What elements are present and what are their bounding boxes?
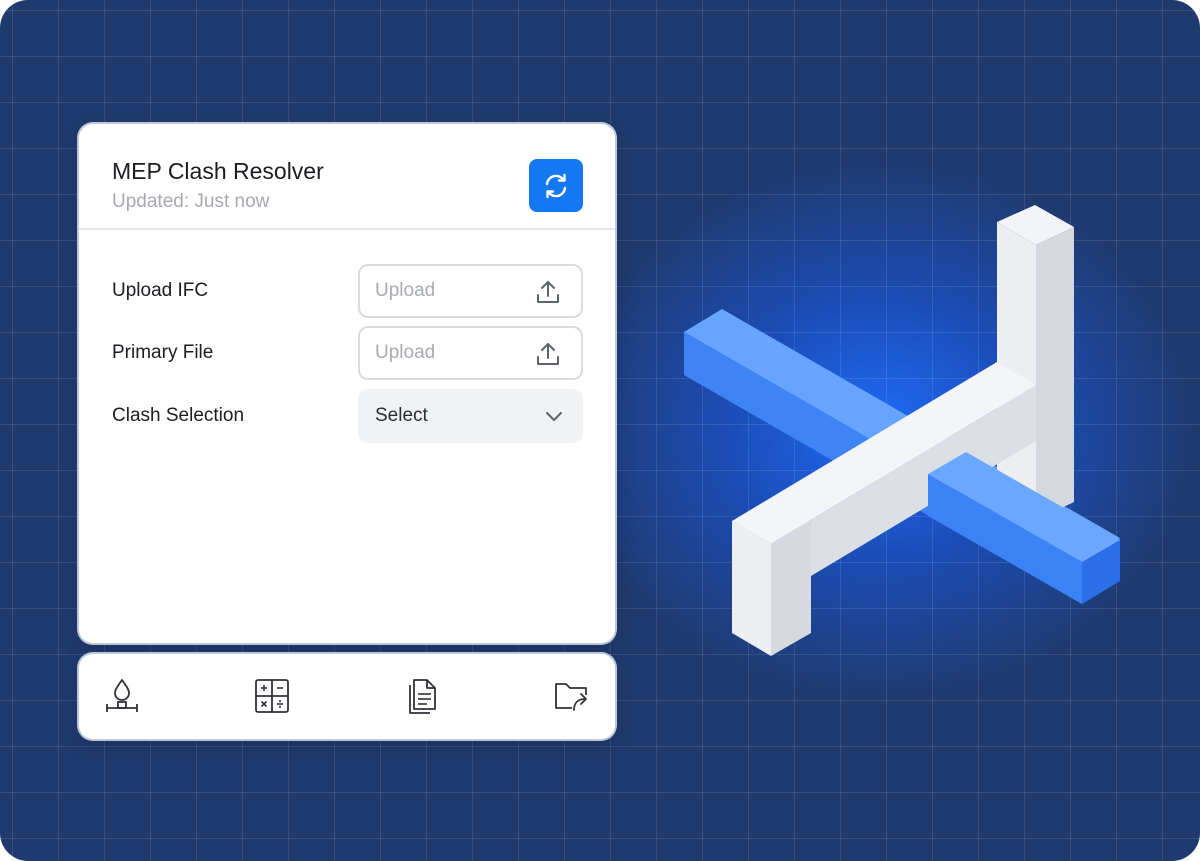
clash-selection-value: Select — [375, 405, 428, 426]
clash-selection-row: Clash Selection Select — [112, 389, 583, 443]
document-icon — [409, 679, 436, 714]
upload-icon — [537, 343, 559, 365]
calculator-icon — [255, 679, 289, 713]
refresh-button[interactable] — [529, 159, 583, 212]
panel-header: MEP Clash Resolver Updated: Just now — [79, 124, 615, 230]
water-valve-button[interactable] — [102, 676, 142, 716]
clash-selection-dropdown[interactable]: Select — [358, 389, 583, 443]
clash-resolver-panel: MEP Clash Resolver Updated: Just now Upl… — [79, 124, 615, 643]
upload-icon — [537, 281, 559, 303]
chevron-down-icon — [546, 412, 562, 421]
primary-file-label: Primary File — [112, 342, 214, 363]
primary-file-row: Primary File Upload — [112, 326, 583, 380]
primary-file-placeholder: Upload — [375, 342, 436, 363]
upload-ifc-field[interactable]: Upload — [358, 264, 583, 318]
hero-background: MEP Clash Resolver Updated: Just now Upl… — [0, 0, 1200, 861]
calculator-button[interactable] — [252, 676, 292, 716]
grey-column — [997, 205, 1074, 520]
panel-title: MEP Clash Resolver — [112, 158, 324, 184]
upload-ifc-placeholder: Upload — [375, 280, 436, 301]
water-valve-icon — [106, 679, 138, 712]
upload-ifc-label: Upload IFC — [112, 280, 209, 301]
bottom-toolbar — [79, 654, 615, 739]
folder-share-button[interactable] — [552, 676, 592, 716]
clash-selection-label: Clash Selection — [112, 405, 245, 426]
panel-updated-status: Updated: Just now — [112, 191, 270, 212]
folder-share-icon — [555, 683, 587, 711]
refresh-icon — [545, 173, 567, 198]
primary-file-field[interactable]: Upload — [358, 326, 583, 380]
upload-ifc-row: Upload IFC Upload — [112, 264, 583, 318]
document-button[interactable] — [402, 676, 442, 716]
